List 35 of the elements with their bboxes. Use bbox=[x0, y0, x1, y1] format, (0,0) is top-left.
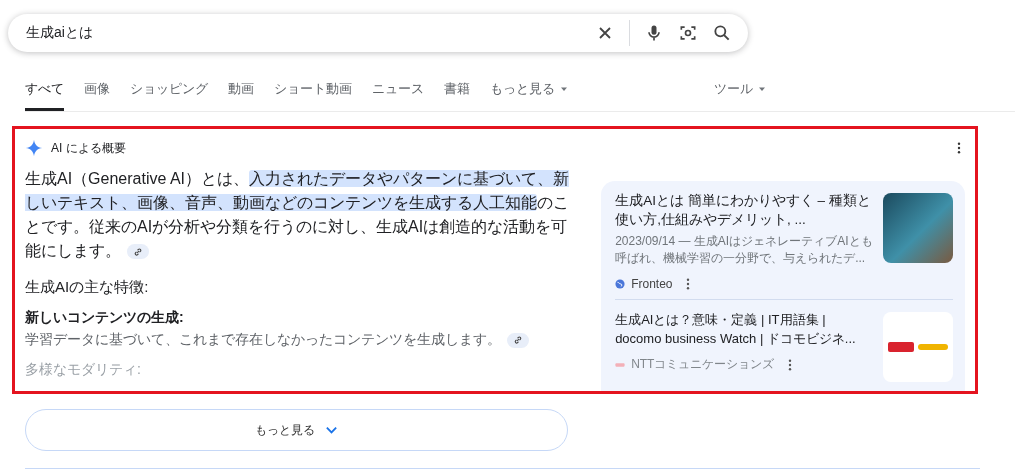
sparkle-icon bbox=[25, 139, 43, 157]
show-more-button[interactable]: もっと見る bbox=[25, 409, 568, 451]
feature-description: 学習データに基づいて、これまで存在しなかったコンテンツを生成します。 bbox=[25, 331, 501, 349]
overview-paragraph: 生成AI（Generative AI）とは、入力されたデータやパターンに基づいて、新しいテキスト、画像、音声、動画などのコンテンツを生成する人工知能のことです。従来のAIが分析や分類を行うのに対し、生成AIは創造的な活動を可能にします。 bbox=[25, 169, 570, 262]
source-title-link[interactable]: 生成AIとは 簡単にわかりやすく – 種類と使い方,仕組みやデメリット, ... bbox=[615, 191, 873, 229]
source-site-name: NTTコミュニケーションズ bbox=[631, 356, 775, 373]
more-options-icon[interactable] bbox=[957, 142, 961, 154]
search-tab[interactable]: ニュース bbox=[372, 76, 424, 111]
camera-icon[interactable] bbox=[678, 23, 698, 43]
photo-placeholder bbox=[883, 193, 953, 263]
tools-tab[interactable]: ツール bbox=[714, 76, 767, 111]
source-title-link[interactable]: 生成AIとは？意味・定義 | IT用語集 | docomo business Watch | ドコモビジネ... bbox=[615, 310, 873, 348]
search-tab[interactable]: 書籍 bbox=[444, 76, 470, 111]
search-tab[interactable]: ショート動画 bbox=[274, 76, 352, 111]
overview-title: AI による概要 bbox=[51, 139, 127, 157]
search-field[interactable]: 生成aiとは bbox=[8, 14, 748, 52]
search-tab[interactable]: 画像 bbox=[84, 76, 110, 111]
link-icon[interactable] bbox=[127, 244, 149, 260]
more-options-icon[interactable] bbox=[686, 278, 691, 290]
more-options-icon[interactable] bbox=[788, 358, 793, 371]
feature-title: 新しいコンテンツの生成: bbox=[25, 309, 185, 327]
search-icon[interactable] bbox=[712, 23, 732, 43]
search-query: 生成aiとは bbox=[26, 24, 94, 42]
logo-placeholder bbox=[883, 312, 953, 382]
search-tab[interactable]: すべて bbox=[25, 76, 64, 111]
search-tab[interactable]: ショッピング bbox=[130, 76, 208, 111]
feature-title: 多様なモダリティ: bbox=[25, 361, 142, 379]
globe-icon bbox=[615, 279, 626, 289]
search-tab[interactable]: 動画 bbox=[228, 76, 254, 111]
section-heading: 生成AIの主な特徴: bbox=[25, 278, 150, 297]
chevron-down-icon bbox=[325, 425, 338, 435]
link-icon[interactable] bbox=[507, 332, 529, 348]
source-snippet: 2023/09/14 — 生成AIはジェネレーティブAIとも呼ばれ、機械学習の一分野で、与えられたデ... bbox=[615, 233, 873, 267]
source-site-name: Fronteo bbox=[631, 277, 673, 291]
search-tab[interactable]: もっと見る bbox=[490, 76, 569, 111]
